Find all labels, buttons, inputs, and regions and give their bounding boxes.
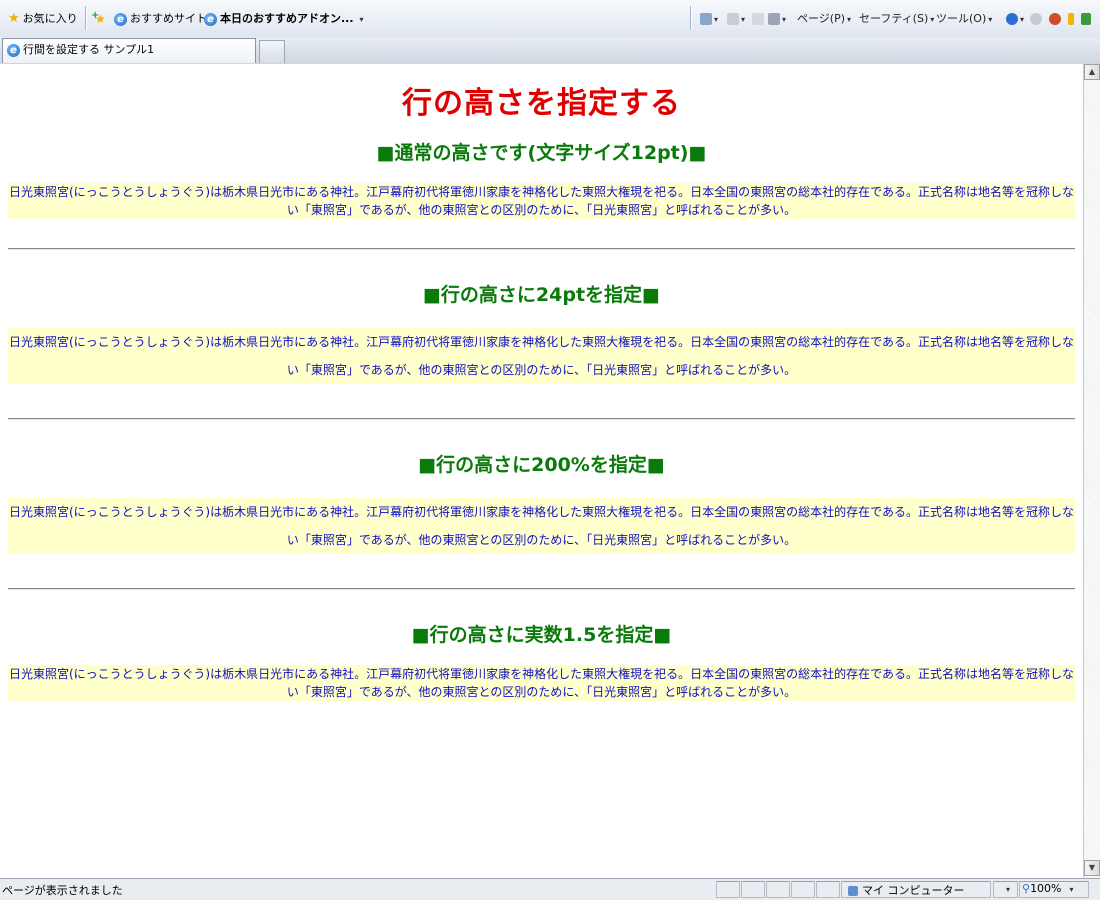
zoom-icon: ⚲: [1022, 882, 1031, 895]
protected-mode-button[interactable]: ▾: [993, 881, 1018, 898]
add-to-favorites-bar-button[interactable]: ★: [91, 7, 109, 28]
chevron-down-icon: ▾: [714, 15, 719, 24]
feeds-icon: [727, 13, 739, 25]
help-button[interactable]: ▾: [1006, 10, 1024, 28]
tab-active[interactable]: e 行間を設定する サンプル1: [2, 38, 256, 63]
scroll-down-button[interactable]: ▼: [1084, 860, 1100, 876]
status-cell: [816, 881, 840, 898]
chevron-down-icon: ▾: [1020, 15, 1025, 24]
page-viewport: 行の高さを指定する ■通常の高さです(文字サイズ12pt)■ 日光東照宮(にっこ…: [0, 64, 1083, 878]
printer-icon: [768, 13, 780, 25]
page-menu-label: ページ(P): [797, 12, 845, 25]
paragraph-200pct: 日光東照宮(にっこうとうしょうぐう)は栃木県日光市にある神社。江戸幕府初代将軍徳…: [8, 498, 1075, 554]
ie-page-icon: e: [204, 12, 217, 26]
favorites-star-icon: ★: [8, 11, 20, 26]
feeds-button[interactable]: ▾: [727, 10, 745, 28]
chevron-down-icon: ▾: [1069, 885, 1074, 894]
research-icon: [1030, 13, 1042, 25]
exclamation-icon: [1068, 13, 1074, 25]
section-heading-1-5: ■行の高さに実数1.5を指定■: [411, 624, 672, 646]
status-cell: [791, 881, 815, 898]
frog-icon: [1081, 13, 1091, 25]
chevron-down-icon: ▾: [1006, 885, 1011, 894]
chevron-down-icon: ▾: [741, 15, 746, 24]
zoom-label: 100%: [1030, 882, 1062, 895]
security-zone: マイ コンピューター: [848, 882, 965, 898]
new-tab-button[interactable]: [259, 40, 285, 63]
tools-menu-label: ツール(O): [936, 12, 987, 25]
status-text: ページが表示されました: [2, 884, 123, 897]
chevron-down-icon: ▾: [782, 15, 787, 24]
page-favicon-icon: e: [7, 43, 20, 57]
paragraph-normal: 日光東照宮(にっこうとうしょうぐう)は栃木県日光市にある神社。江戸幕府初代将軍徳…: [8, 183, 1075, 219]
divider: [8, 418, 1075, 420]
status-cell: [741, 881, 765, 898]
page-menu-button[interactable]: ページ(P) ▾: [797, 10, 851, 28]
chevron-down-icon: ▾: [930, 15, 935, 24]
page-title: 行の高さを指定する: [402, 86, 681, 121]
home-icon: [700, 13, 712, 25]
paragraph-1-5: 日光東照宮(にっこうとうしょうぐう)は栃木県日光市にある神社。江戸幕府初代将軍徳…: [8, 665, 1075, 701]
tab-bar: e 行間を設定する サンプル1: [0, 37, 1100, 65]
print-button[interactable]: ▾: [768, 10, 786, 28]
suggested-sites-label: おすすめサイト: [130, 12, 207, 25]
addons-gallery-link[interactable]: e 本日のおすすめアドオン... ▾: [204, 10, 364, 28]
tools-menu-button[interactable]: ツール(O) ▾: [936, 10, 992, 28]
status-bar: ページが表示されました マイ コンピューター ▾ ⚲100% ▾: [0, 878, 1100, 900]
computer-icon: [848, 886, 858, 896]
status-cell: [716, 881, 740, 898]
addon-button-2[interactable]: [1068, 10, 1074, 28]
addon-icon: [1049, 13, 1061, 25]
favorites-command-bar: ★お気に入り ★ eおすすめサイト▾ e本日のおすすめアドオン...▾ ▾ ▾ …: [0, 0, 1100, 38]
chevron-down-icon: ▾: [988, 15, 993, 24]
security-zone-label: マイ コンピューター: [862, 884, 965, 897]
favorites-button[interactable]: ★ お気に入り: [8, 10, 78, 28]
favorites-label: お気に入り: [22, 12, 78, 25]
addons-label: 本日のおすすめアドオン...: [220, 12, 354, 25]
vertical-scrollbar[interactable]: ▲ ▼: [1083, 64, 1100, 878]
mail-icon: [752, 13, 764, 25]
section-heading-24pt: ■行の高さに24ptを指定■: [422, 284, 661, 306]
chevron-down-icon: ▾: [359, 15, 364, 24]
tab-title: 行間を設定する サンプル1: [23, 43, 155, 56]
zoom-level: ⚲100% ▾: [1022, 882, 1074, 895]
scroll-up-button[interactable]: ▲: [1084, 64, 1100, 80]
paragraph-24pt: 日光東照宮(にっこうとうしょうぐう)は栃木県日光市にある神社。江戸幕府初代将軍徳…: [8, 328, 1075, 384]
help-icon: [1006, 13, 1018, 25]
section-heading-200pct: ■行の高さに200%を指定■: [418, 454, 665, 476]
suggested-sites-button[interactable]: eおすすめサイト▾: [114, 10, 213, 28]
addon-button[interactable]: [1049, 10, 1061, 28]
home-button[interactable]: ▾: [700, 10, 718, 28]
read-mail-button[interactable]: [752, 10, 764, 28]
ie-page-icon: e: [114, 12, 127, 26]
research-button[interactable]: [1030, 10, 1042, 28]
toolbar-separator: [85, 6, 87, 30]
safety-menu-label: セーフティ(S): [859, 12, 929, 25]
status-cell: [766, 881, 790, 898]
toolbar-separator: [690, 6, 692, 30]
addon-button-3[interactable]: [1081, 10, 1091, 28]
section-heading-normal: ■通常の高さです(文字サイズ12pt)■: [376, 142, 707, 164]
safety-menu-button[interactable]: セーフティ(S) ▾: [859, 10, 934, 28]
divider: [8, 248, 1075, 250]
add-favorite-icon: ★: [91, 7, 106, 28]
divider: [8, 588, 1075, 590]
chevron-down-icon: ▾: [847, 15, 852, 24]
